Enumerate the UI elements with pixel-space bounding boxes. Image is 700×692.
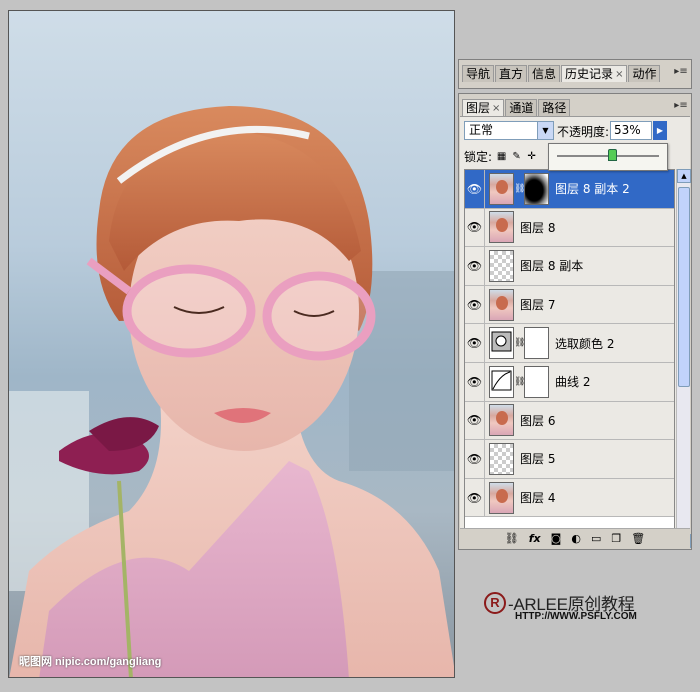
opacity-label: 不透明度: <box>557 125 610 139</box>
mask-link-icon[interactable]: ⛓ <box>514 338 525 348</box>
opacity-input[interactable]: 53% <box>610 121 652 140</box>
watermark-text: 昵图网 nipic.com/gangliang <box>19 656 162 668</box>
layer-thumbnail <box>489 249 514 282</box>
visibility-eye-icon[interactable]: 👁 <box>465 440 485 478</box>
tab-label: 信息 <box>532 66 557 81</box>
layer-name: 图层 8 副本 2 <box>555 182 630 197</box>
layers-bottom-toolbar: ⛓ fx ◙ ◐ ▭ ❐ 🗑 <box>460 528 690 548</box>
layer-thumbnail <box>489 172 514 205</box>
visibility-eye-icon[interactable]: 👁 <box>465 478 485 517</box>
trash-icon[interactable]: 🗑 <box>631 532 645 545</box>
layer-name: 图层 6 <box>520 413 556 428</box>
layer-name: 图层 4 <box>520 491 556 506</box>
lock-position-icon[interactable]: ✛ <box>526 151 537 162</box>
visibility-eye-icon[interactable]: 👁 <box>465 285 485 324</box>
tab-paths[interactable]: 路径 <box>538 99 571 116</box>
layer-row[interactable]: 👁 ⛓ 图层 8 副本 2 <box>465 170 674 209</box>
layer-thumbnail <box>489 404 514 437</box>
opacity-slider-popup <box>548 143 668 171</box>
layer-name: 图层 5 <box>520 452 556 467</box>
link-icon[interactable]: ⛓ <box>505 532 519 545</box>
scroll-thumb[interactable] <box>678 187 690 387</box>
registered-mark: R <box>484 591 506 614</box>
lock-transparency-icon[interactable]: ▦ <box>496 151 507 162</box>
layer-thumbnail <box>489 211 514 244</box>
layer-thumbnail <box>489 288 514 321</box>
visibility-eye-icon[interactable]: 👁 <box>465 247 485 285</box>
close-icon[interactable]: × <box>492 101 500 116</box>
tab-layers[interactable]: 图层 × <box>462 99 505 116</box>
layer-row[interactable]: 👁 图层 4 <box>465 478 674 518</box>
tab-histogram[interactable]: 直方 <box>495 65 528 82</box>
visibility-eye-icon[interactable]: 👁 <box>465 362 485 401</box>
adjustment-icon[interactable]: ◐ <box>571 532 581 545</box>
tab-info[interactable]: 信息 <box>528 65 561 82</box>
tab-label: 历史记录 <box>565 66 614 81</box>
slider-thumb[interactable] <box>608 149 618 161</box>
adjustment-layer-icon <box>489 327 514 360</box>
layer-row[interactable]: 👁 ⛓ 曲线 2 <box>465 362 674 402</box>
opacity-slider-toggle-icon[interactable]: ▶ <box>653 121 667 140</box>
layer-row[interactable]: 👁 图层 8 副本 <box>465 247 674 286</box>
layer-scrollbar[interactable]: ▲ ▼ <box>676 169 691 548</box>
tab-label: 直方 <box>499 66 524 81</box>
layer-mask-thumbnail[interactable] <box>524 327 549 360</box>
lock-image-icon[interactable]: ✎ <box>511 151 522 162</box>
visibility-eye-icon[interactable]: 👁 <box>465 324 485 362</box>
layer-name: 曲线 2 <box>555 375 591 390</box>
blend-mode-select[interactable]: 正常 ▼ <box>464 121 554 140</box>
layer-name: 图层 8 <box>520 220 556 235</box>
layer-thumbnail <box>489 442 514 475</box>
layer-list: 👁 ⛓ 图层 8 副本 2 👁 图层 8 👁 图层 8 副本 👁 图层 7 👁 ⛓ 选取颜色 2 👁 ⛓ 曲… <box>464 169 675 548</box>
layers-panel-body: 正常 ▼ 不透明度: 53% ▶ 锁定: ▦ ✎ ✛ 👁 ⛓ 图层 8 副本 2 👁 图… <box>460 116 691 548</box>
tab-channels[interactable]: 通道 <box>505 99 538 116</box>
panel-menu-icon[interactable]: ▸≡ <box>674 100 688 112</box>
tab-label: 路径 <box>542 100 567 115</box>
layer-name: 图层 8 副本 <box>520 259 584 274</box>
layer-row[interactable]: 👁 图层 6 <box>465 401 674 441</box>
tab-label: 导航 <box>466 66 491 81</box>
new-layer-icon[interactable]: ❐ <box>611 532 621 545</box>
layer-row[interactable]: 👁 ⛓ 选取颜色 2 <box>465 324 674 363</box>
tab-actions[interactable]: 动作 <box>628 65 661 82</box>
visibility-eye-icon[interactable]: 👁 <box>465 401 485 440</box>
fx-icon[interactable]: fx <box>529 532 541 545</box>
layer-mask-thumbnail[interactable] <box>524 365 549 398</box>
visibility-eye-icon[interactable]: 👁 <box>465 170 485 208</box>
photo-image <box>9 106 454 677</box>
logo-url: HTTP://WWW.PSFLY.COM <box>515 611 637 622</box>
layer-thumbnail <box>489 481 514 514</box>
visibility-eye-icon[interactable]: 👁 <box>465 208 485 247</box>
tab-label: 动作 <box>632 66 657 81</box>
layer-row[interactable]: 👁 图层 5 <box>465 440 674 479</box>
layer-name: 选取颜色 2 <box>555 336 615 351</box>
tab-label: 图层 <box>466 100 491 115</box>
close-icon[interactable]: × <box>615 67 623 82</box>
layer-row[interactable]: 👁 图层 7 <box>465 285 674 325</box>
layer-mask-thumbnail[interactable] <box>524 172 549 205</box>
layers-panel: 图层 × 通道 路径 ▸≡ 正常 ▼ 不透明度: 53% ▶ 锁定: ▦ ✎ ✛ … <box>458 93 692 550</box>
layer-row[interactable]: 👁 图层 8 <box>465 208 674 248</box>
folder-icon[interactable]: ▭ <box>591 532 601 545</box>
history-panel-group: 导航 直方 信息 历史记录 × 动作 ▸≡ <box>458 59 692 89</box>
mask-icon[interactable]: ◙ <box>551 532 562 545</box>
blend-mode-value: 正常 <box>469 123 494 137</box>
mask-link-icon[interactable]: ⛓ <box>514 184 525 194</box>
tab-history[interactable]: 历史记录 × <box>561 65 628 82</box>
tab-label: 通道 <box>509 100 534 115</box>
document-canvas[interactable]: 昵图网 nipic.com/gangliang <box>8 10 455 678</box>
lock-row: 锁定: ▦ ✎ ✛ <box>464 148 537 164</box>
mask-link-icon[interactable]: ⛓ <box>514 377 525 387</box>
panel-menu-icon[interactable]: ▸≡ <box>674 66 688 78</box>
layer-name: 图层 7 <box>520 298 556 313</box>
chevron-down-icon[interactable]: ▼ <box>537 122 553 139</box>
lock-label: 锁定: <box>464 149 493 164</box>
adjustment-layer-icon <box>489 365 514 398</box>
scroll-up-icon[interactable]: ▲ <box>677 169 691 183</box>
tab-navigator[interactable]: 导航 <box>462 65 495 82</box>
